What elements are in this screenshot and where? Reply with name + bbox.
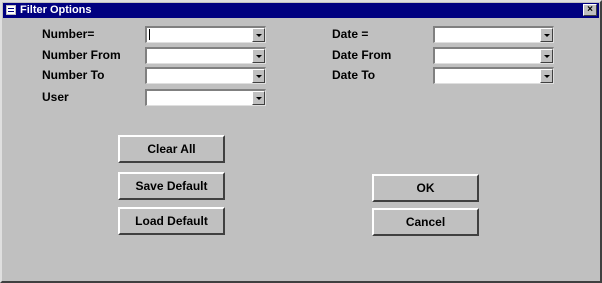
date-eq-label: Date =	[332, 27, 369, 41]
cancel-button[interactable]: Cancel	[372, 208, 479, 236]
date-to-combobox[interactable]	[433, 67, 554, 84]
chevron-down-icon	[256, 97, 262, 100]
number-to-label: Number To	[42, 68, 105, 82]
load-default-button[interactable]: Load Default	[118, 207, 225, 235]
filter-options-window: Filter Options × Number= Number From Num…	[0, 0, 602, 283]
number-from-combobox[interactable]	[145, 47, 266, 64]
chevron-down-icon	[544, 55, 550, 58]
save-default-button[interactable]: Save Default	[118, 172, 225, 200]
window-title: Filter Options	[20, 4, 92, 16]
chevron-down-icon	[256, 34, 262, 37]
form-icon	[6, 5, 16, 15]
number-from-label: Number From	[42, 48, 121, 62]
chevron-down-icon	[544, 34, 550, 37]
number-to-dropdown-button[interactable]	[252, 69, 265, 83]
date-to-label: Date To	[332, 68, 376, 82]
close-button[interactable]: ×	[583, 4, 597, 16]
user-label: User	[42, 90, 69, 104]
number-from-dropdown-button[interactable]	[252, 49, 265, 63]
number-eq-label: Number=	[42, 27, 95, 41]
date-to-dropdown-button[interactable]	[540, 69, 553, 83]
user-combobox[interactable]	[145, 89, 266, 106]
number-eq-dropdown-button[interactable]	[252, 28, 265, 42]
chevron-down-icon	[544, 75, 550, 78]
number-to-combobox[interactable]	[145, 67, 266, 84]
date-eq-dropdown-button[interactable]	[540, 28, 553, 42]
date-from-dropdown-button[interactable]	[540, 49, 553, 63]
chevron-down-icon	[256, 75, 262, 78]
date-from-label: Date From	[332, 48, 392, 62]
user-dropdown-button[interactable]	[252, 91, 265, 105]
chevron-down-icon	[256, 55, 262, 58]
clear-all-button[interactable]: Clear All	[118, 135, 225, 163]
date-from-combobox[interactable]	[433, 47, 554, 64]
close-icon: ×	[587, 4, 593, 15]
date-eq-combobox[interactable]	[433, 26, 554, 43]
title-bar[interactable]: Filter Options ×	[3, 3, 599, 18]
text-caret	[149, 29, 150, 40]
number-eq-combobox[interactable]	[145, 26, 266, 43]
ok-button[interactable]: OK	[372, 174, 479, 202]
